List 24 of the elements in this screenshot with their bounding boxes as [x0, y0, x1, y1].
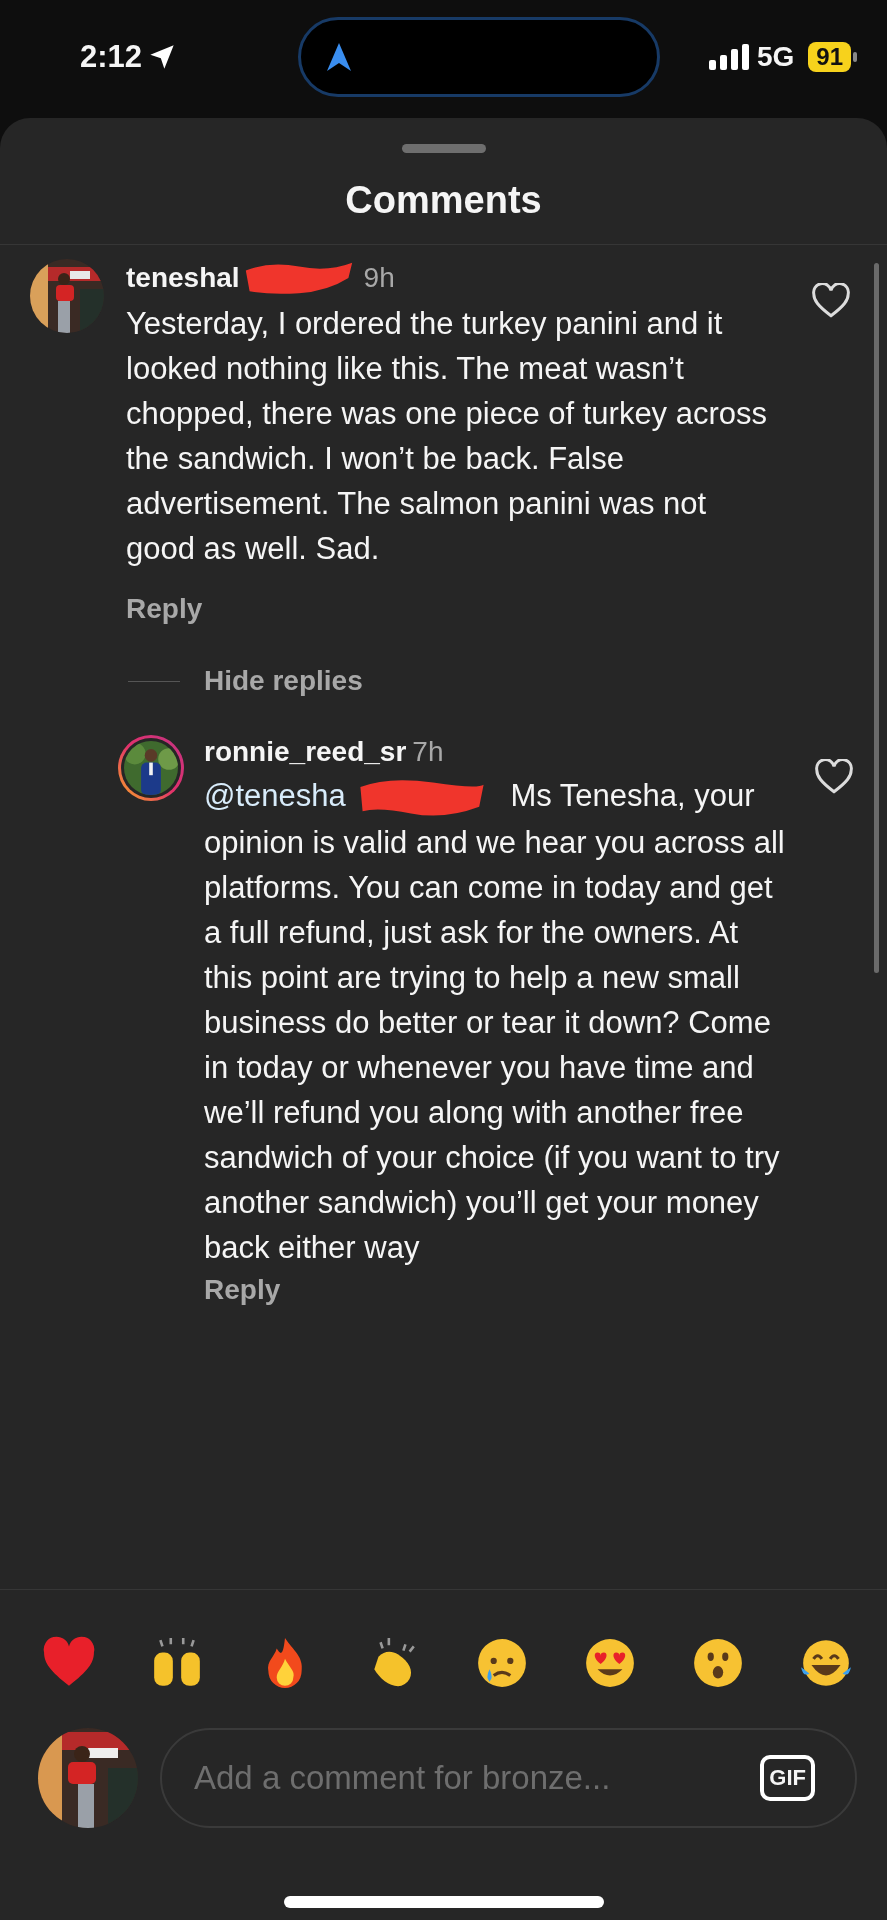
mention-link[interactable]: @tenesha [204, 778, 346, 813]
comment-text: @tenesha Ms Tenesha, your opinion is valid and we hear you across all platforms. You can come in today and get a full refund, just ask for the owners. At this point are trying to help a new small business do better or tear it down? Come in today or whenever you have time and we’ll refund you along with another free sandwich of your choice (if you want to try another sandwich) you’ll get your money back either way [204, 773, 794, 1270]
battery-level: 91 [808, 42, 851, 72]
hide-replies-link[interactable]: Hide replies [204, 665, 363, 697]
location-arrow-icon [148, 43, 177, 71]
gif-button[interactable]: GIF [760, 1755, 815, 1801]
navigation-arrow-icon [327, 43, 352, 71]
scrollbar[interactable] [874, 263, 879, 973]
username[interactable]: teneshal [126, 261, 240, 295]
comment-time: 9h [363, 261, 395, 295]
battery-tip-icon [853, 52, 857, 62]
username[interactable]: ronnie_reed_sr [204, 735, 407, 769]
like-heart-icon[interactable] [811, 283, 851, 319]
comment-time: 7h [412, 735, 444, 769]
sheet-title: Comments [0, 153, 887, 245]
reply-link[interactable]: Reply [204, 1273, 281, 1306]
comment-input[interactable]: Add a comment for bronze... GIF [160, 1728, 857, 1828]
reply-link[interactable]: Reply [126, 593, 203, 625]
like-heart-icon[interactable] [814, 759, 854, 795]
comment-text: Yesterday, I ordered the turkey panini and it looked nothing like this. The meat wasn’t chopped, there was one piece of turkey across the sandwich. I won’t be back. False advertisement. The salmon panini was not good as well. Sad. [126, 305, 769, 568]
signal-icon [708, 44, 749, 70]
status-time: 2:12 [80, 39, 143, 75]
drag-handle[interactable] [401, 144, 486, 153]
network-label: 5G [756, 41, 795, 73]
